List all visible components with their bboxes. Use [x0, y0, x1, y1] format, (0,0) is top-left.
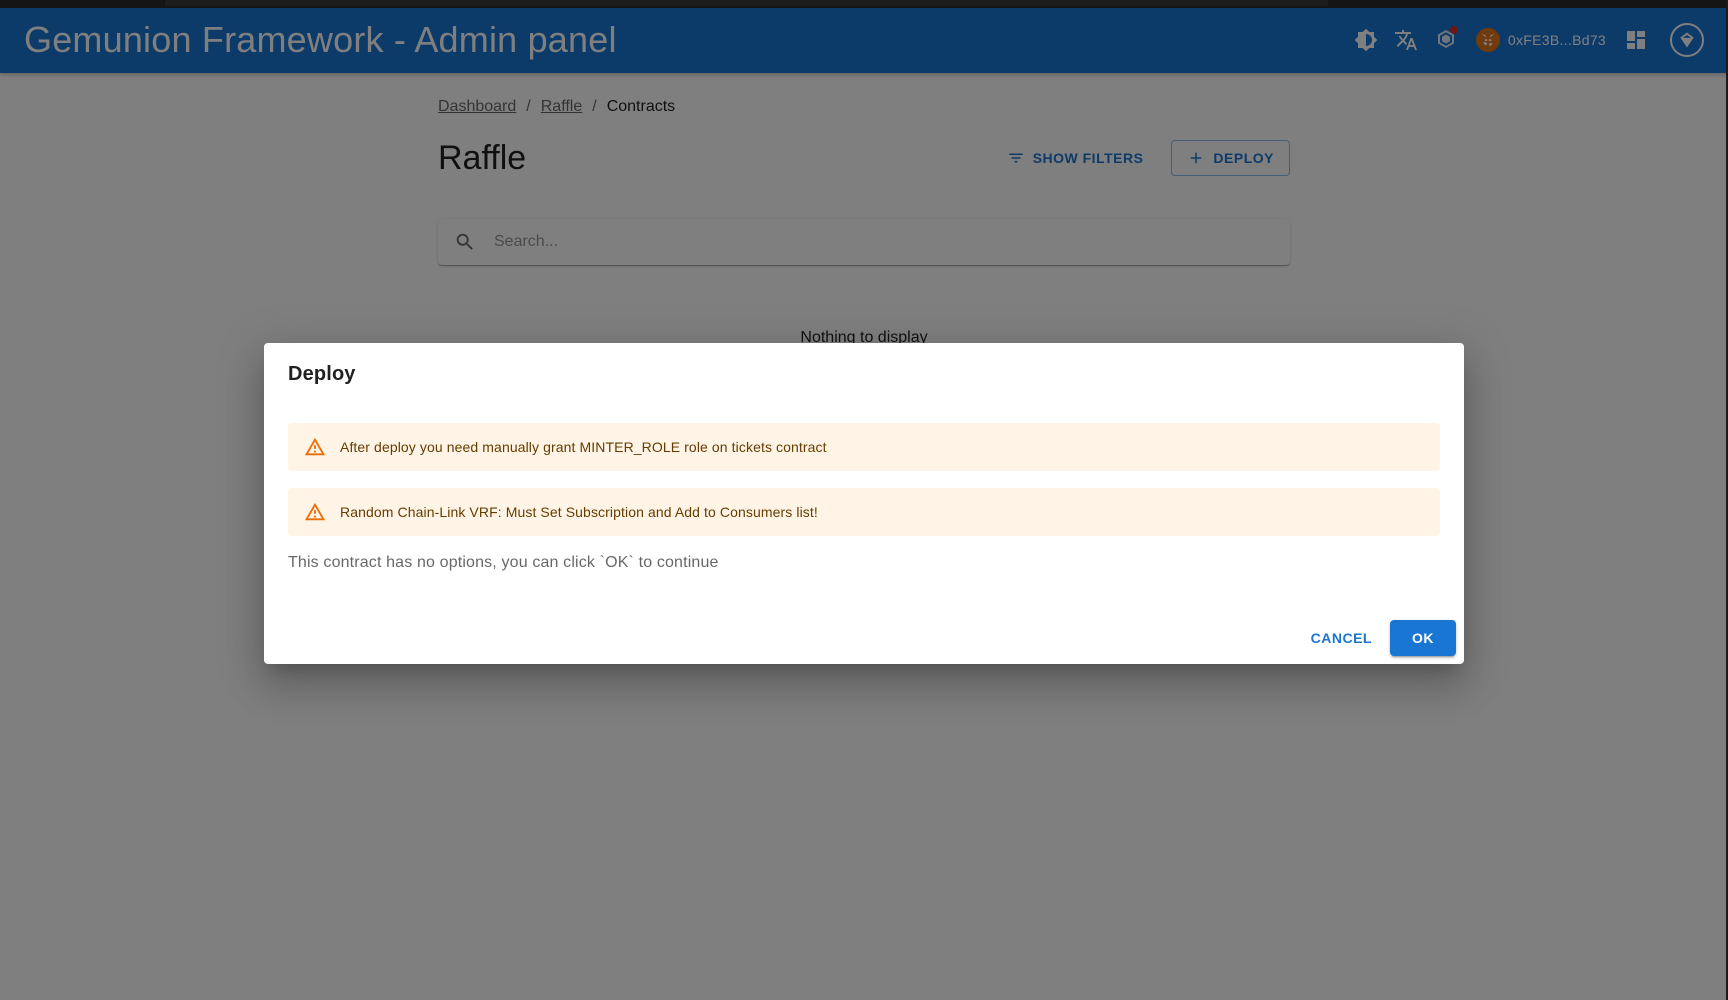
- warning-alert: After deploy you need manually grant MIN…: [288, 423, 1440, 471]
- alert-message: After deploy you need manually grant MIN…: [340, 439, 827, 455]
- deploy-dialog: Deploy After deploy you need manually gr…: [264, 343, 1464, 664]
- dialog-actions: CANCEL OK: [1301, 620, 1456, 656]
- cancel-button[interactable]: CANCEL: [1301, 620, 1382, 656]
- page: Gemunion Framework - Admin panel 0xFE3B.…: [0, 0, 1728, 1000]
- dialog-title: Deploy: [288, 363, 356, 385]
- dialog-body-text: This contract has no options, you can cl…: [288, 554, 719, 571]
- warning-icon: [304, 437, 326, 456]
- ok-button[interactable]: OK: [1390, 620, 1456, 656]
- alert-message: Random Chain-Link VRF: Must Set Subscrip…: [340, 504, 818, 520]
- warning-alert: Random Chain-Link VRF: Must Set Subscrip…: [288, 488, 1440, 536]
- warning-icon: [304, 502, 326, 521]
